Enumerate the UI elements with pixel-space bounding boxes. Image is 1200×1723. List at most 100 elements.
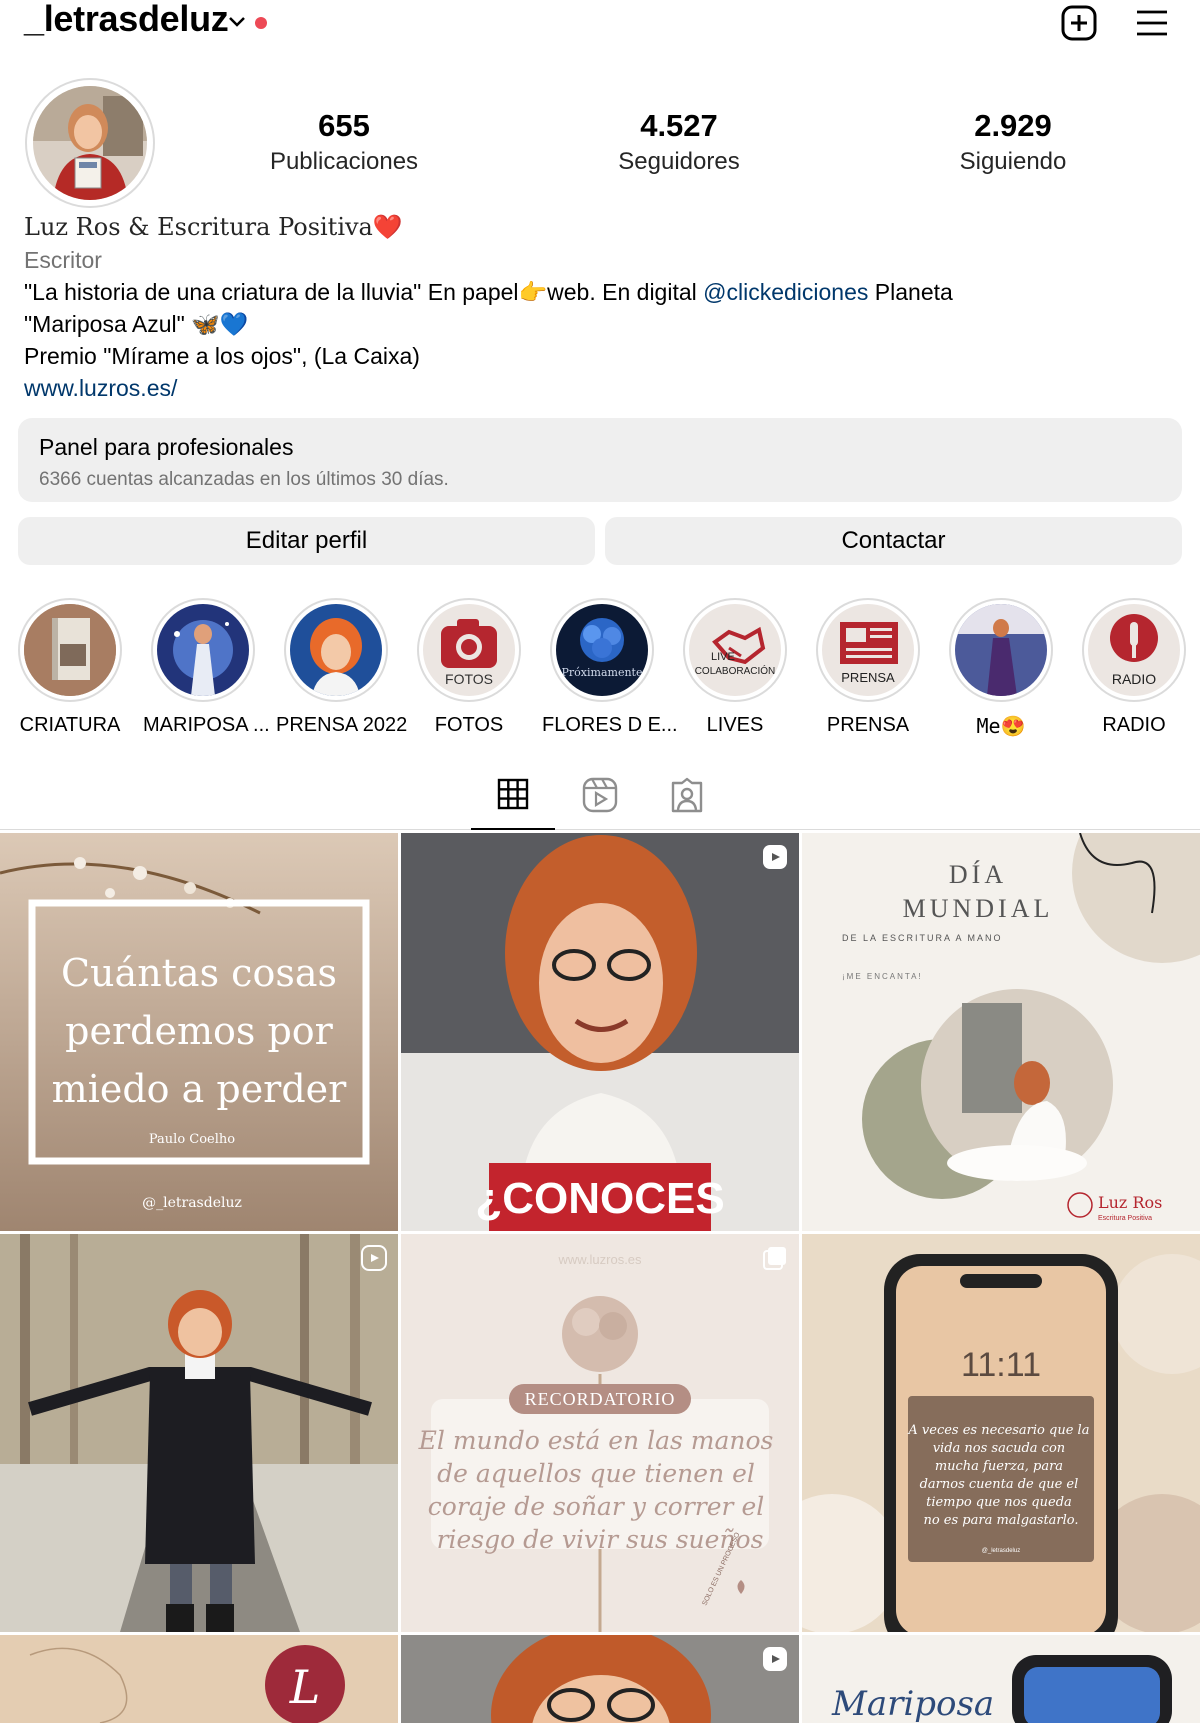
handshake-icon: LIVECOLABORACIÓN: [695, 626, 776, 677]
post-thumbnail[interactable]: www.luzros.es RECORDATORIO El mundo está…: [401, 1234, 799, 1632]
microphone-icon: RADIO: [1110, 614, 1158, 687]
post-thumbnail[interactable]: L: [0, 1635, 398, 1723]
highlight-flores[interactable]: Próximamente FLORES D E...: [542, 598, 678, 737]
username-switcher[interactable]: _letrasdeluz: [24, 0, 229, 40]
bio-line-3: Premio "Mírame a los ojos", (La Caixa): [24, 343, 420, 369]
tagged-icon: [671, 777, 703, 813]
notification-dot: [255, 17, 267, 29]
highlight-mariposa[interactable]: MARIPOSA ...: [143, 598, 270, 737]
post-monogram: L: [289, 1660, 321, 1714]
post-thumbnail[interactable]: ¿CONOCES: [401, 833, 799, 1231]
highlight-cover: [284, 598, 388, 702]
carousel-icon: [763, 1247, 786, 1270]
bio-line-1: "La historia de una criatura de la lluvi…: [24, 276, 1184, 308]
highlight-cover: [18, 598, 122, 702]
tab-reels[interactable]: [558, 760, 642, 830]
quote-author: Paulo Coelho: [149, 1132, 235, 1147]
display-name: Luz Ros & Escritura Positiva❤️: [24, 213, 403, 241]
post-thumbnail[interactable]: [0, 1234, 398, 1632]
post-handle: @_letrasdeluz: [982, 1548, 1020, 1554]
website-link[interactable]: www.luzros.es/: [24, 372, 1184, 404]
highlight-label: PRENSA 2022: [276, 714, 408, 736]
camera-icon: FOTOS: [441, 619, 497, 687]
highlight-cover: FOTOS: [417, 598, 521, 702]
highlight-icon-text: PRENSA: [841, 670, 895, 685]
panel-title: Panel para profesionales: [39, 434, 294, 460]
post-title: DÍA: [949, 860, 1007, 889]
highlight-prensa[interactable]: PRENSA PRENSA: [808, 598, 928, 737]
highlight-prensa-2022[interactable]: PRENSA 2022: [276, 598, 408, 737]
professional-dashboard[interactable]: Panel para profesionales 6366 cuentas al…: [18, 418, 1182, 502]
post-badge: RECORDATORIO: [525, 1389, 676, 1409]
highlight-label: FLORES D E...: [542, 714, 678, 736]
highlight-cover: PRENSA: [816, 598, 920, 702]
highlight-lives[interactable]: LIVE COLABORACIÓN LIVES: [675, 598, 795, 737]
posts-count-value: 655: [318, 108, 370, 143]
avatar-photo: [33, 86, 147, 200]
highlight-me[interactable]: Me😍: [941, 598, 1061, 738]
reel-badge-icon: [763, 845, 787, 869]
post-script-text: Mariposa: [831, 1684, 994, 1723]
profile-avatar[interactable]: [25, 78, 155, 208]
post-site: www.luzros.es: [557, 1252, 642, 1267]
post-thumbnail[interactable]: 11:11 A veces es necesario que la vida n…: [802, 1234, 1200, 1632]
highlight-cover: Próximamente: [550, 598, 654, 702]
edit-profile-button[interactable]: Editar perfil: [18, 517, 595, 565]
new-post-icon[interactable]: [1061, 5, 1097, 41]
highlight-label: MARIPOSA ...: [143, 714, 270, 736]
tab-tagged[interactable]: [645, 760, 729, 830]
highlight-icon-text: Próximamente: [562, 666, 643, 679]
bio-text: "La historia de una criatura de la lluvi…: [24, 279, 704, 305]
highlight-label: CRIATURA: [19, 714, 121, 736]
tab-posts[interactable]: [471, 760, 555, 830]
post-thumbnail[interactable]: [401, 1635, 799, 1723]
highlight-radio[interactable]: RADIO RADIO: [1074, 598, 1194, 737]
grid-icon: [497, 778, 529, 810]
following-count-value: 2.929: [974, 108, 1052, 143]
bio: Luz Ros & Escritura Positiva❤️ Escritor …: [24, 210, 1184, 404]
quote-text: Cuántas cosas perdemos por miedo a perder: [52, 951, 347, 1111]
bio-text: Planeta: [868, 279, 953, 305]
highlight-cover: LIVE COLABORACIÓN: [683, 598, 787, 702]
highlight-fotos[interactable]: FOTOS FOTOS: [409, 598, 529, 737]
followers-count[interactable]: 4.527 Seguidores: [559, 108, 799, 176]
profile-tabs: [0, 760, 1200, 830]
highlight-label: RADIO: [1102, 714, 1166, 736]
following-count[interactable]: 2.929 Siguiendo: [893, 108, 1133, 176]
posts-count-label: Publicaciones: [269, 148, 419, 175]
highlight-icon-text: LIVE: [711, 651, 735, 663]
post-handle: @_letrasdeluz: [142, 1195, 242, 1211]
reel-badge-icon: [763, 1647, 787, 1671]
post-brand-sub: Escritura Positiva: [1098, 1215, 1152, 1222]
post-subtitle: DE LA ESCRITURA A MANO: [842, 933, 1003, 943]
highlight-icon-text: FOTOS: [445, 671, 493, 687]
category-label: Escritor: [24, 247, 102, 273]
highlight-cover: [151, 598, 255, 702]
highlight-icon-text: COLABORACIÓN: [695, 664, 776, 677]
highlight-icon-text: RADIO: [1112, 671, 1156, 687]
contact-button[interactable]: Contactar: [605, 517, 1182, 565]
post-banner: ¿CONOCES: [475, 1174, 724, 1223]
followers-count-value: 4.527: [640, 108, 718, 143]
newspaper-icon: PRENSA: [840, 622, 898, 685]
highlight-label: FOTOS: [434, 714, 504, 736]
post-brand: Luz Ros: [1098, 1193, 1162, 1212]
following-count-label: Siguiendo: [959, 148, 1067, 175]
post-thumbnail[interactable]: DÍA MUNDIAL DE LA ESCRITURA A MANO ¡ME E…: [802, 833, 1200, 1231]
menu-icon[interactable]: [1136, 9, 1168, 37]
post-small-text: ¡ME ENCANTA!: [842, 972, 923, 981]
highlight-criatura[interactable]: CRIATURA: [10, 598, 130, 737]
post-thumbnail[interactable]: Mariposa: [802, 1635, 1200, 1723]
posts-count[interactable]: 655 Publicaciones: [224, 108, 464, 176]
mention-link[interactable]: @clickediciones: [703, 279, 868, 305]
post-title: MUNDIAL: [903, 894, 1054, 923]
highlight-cover: RADIO: [1082, 598, 1186, 702]
top-bar: _letrasdeluz: [0, 0, 1200, 60]
chevron-down-icon[interactable]: [227, 15, 247, 29]
highlight-cover: [949, 598, 1053, 702]
panel-subtitle: 6366 cuentas alcanzadas en los últimos 3…: [39, 469, 449, 490]
followers-count-label: Seguidores: [618, 148, 740, 175]
post-time: 11:11: [961, 1346, 1041, 1384]
reels-icon: [582, 777, 618, 813]
post-thumbnail[interactable]: Cuántas cosas perdemos por miedo a perder …: [0, 833, 398, 1231]
